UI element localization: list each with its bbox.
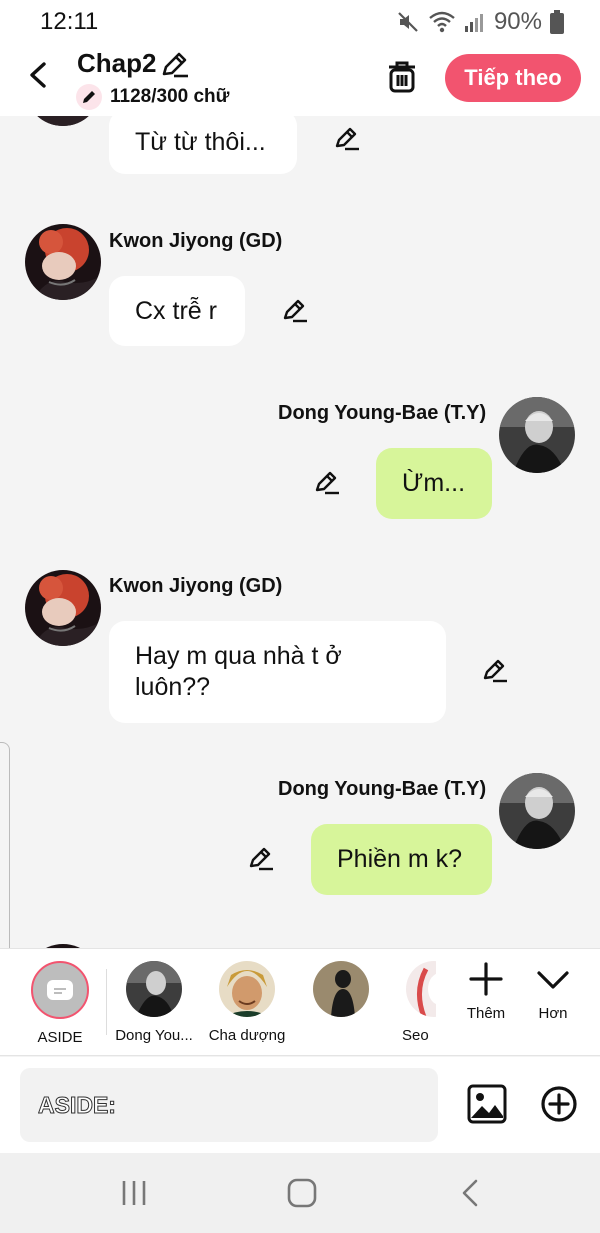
character-label: Seo <box>402 1027 429 1044</box>
nav-back-icon[interactable] <box>456 1177 488 1209</box>
avatar-gd <box>25 224 101 300</box>
character-seo[interactable]: Seo <box>388 961 436 1044</box>
image-icon[interactable] <box>467 1084 507 1124</box>
character-aside[interactable]: ASIDE <box>12 961 108 1046</box>
chevron-down-icon <box>537 971 569 989</box>
composer <box>0 1057 600 1153</box>
sender-name: Dong Young-Bae (T.Y) <box>278 402 487 424</box>
character-cha-duong[interactable]: Cha dượng <box>199 961 295 1044</box>
chat-area[interactable]: Từ từ thôi... Kwon Jiyong (GD) Cx trễ r … <box>0 116 600 948</box>
plus-icon <box>469 962 503 996</box>
avatar-taeyang <box>499 397 575 473</box>
edit-message-icon[interactable] <box>334 126 360 152</box>
chapter-header: Chap2 1128/300 chữ Tiếp theo <box>0 40 600 116</box>
message-input[interactable] <box>20 1068 438 1142</box>
sender-name: Kwon Jiyong (GD) <box>109 575 283 597</box>
character-label: Cha dượng <box>208 1027 286 1044</box>
message-bubble: Cx trễ r <box>109 276 245 346</box>
avatar-gd <box>25 570 101 646</box>
sender-name: Kwon Jiyong (GD) <box>109 230 283 252</box>
add-label: Thêm <box>466 1005 506 1022</box>
status-time: 12:11 <box>40 8 99 35</box>
message-bubble: Từ từ thôi... <box>109 116 297 174</box>
pencil-icon <box>83 91 95 103</box>
next-button[interactable]: Tiếp theo <box>445 54 581 102</box>
mute-icon <box>398 12 418 32</box>
aside-bubble-icon <box>47 980 73 1000</box>
sender-name: Dong Young-Bae (T.Y) <box>278 778 487 800</box>
home-icon[interactable] <box>286 1177 318 1209</box>
word-count-badge <box>76 84 102 110</box>
message-bubble: Phiền m k? <box>311 824 492 895</box>
side-panel-handle[interactable] <box>0 742 10 970</box>
more-characters-button[interactable]: Hơn <box>523 961 583 1022</box>
character-avatar <box>126 961 182 1017</box>
message-bubble: Hay m qua nhà t ở luôn?? <box>109 621 446 723</box>
edit-title-pencil-icon[interactable] <box>160 50 190 78</box>
word-count: 1128/300 chữ <box>110 86 230 107</box>
avatar-taeyang <box>499 773 575 849</box>
chapter-title: Chap2 <box>77 48 157 78</box>
more-label: Hơn <box>538 1005 568 1022</box>
character-dong-young-bae[interactable]: Dong You... <box>106 961 202 1044</box>
battery-icon <box>550 10 564 34</box>
system-nav-bar <box>0 1153 600 1233</box>
character-label: ASIDE <box>37 1029 83 1046</box>
wifi-icon <box>429 11 455 33</box>
battery-text: 90% <box>493 8 542 35</box>
edit-message-icon[interactable] <box>314 470 340 496</box>
add-character-button[interactable]: Thêm <box>456 961 516 1022</box>
back-arrow-icon[interactable] <box>24 58 54 92</box>
edit-message-icon[interactable] <box>248 846 274 872</box>
character-silhouette[interactable] <box>293 961 389 1027</box>
message-bubble: Ừm... <box>376 448 492 519</box>
recent-apps-icon[interactable] <box>118 1177 150 1209</box>
edit-message-icon[interactable] <box>482 658 508 684</box>
character-avatar <box>219 961 275 1017</box>
character-avatar <box>406 961 436 1017</box>
trash-icon[interactable] <box>386 60 418 94</box>
add-circle-icon[interactable] <box>540 1085 578 1123</box>
character-avatar <box>313 961 369 1017</box>
character-bar: ASIDE Dong You... Cha dượng Seo Thêm Hơn <box>0 948 600 1056</box>
status-bar: 12:11 90% <box>0 0 600 40</box>
avatar-gd <box>25 116 101 126</box>
signal-icon <box>464 14 483 32</box>
edit-message-icon[interactable] <box>282 298 308 324</box>
character-label: Dong You... <box>115 1027 193 1044</box>
